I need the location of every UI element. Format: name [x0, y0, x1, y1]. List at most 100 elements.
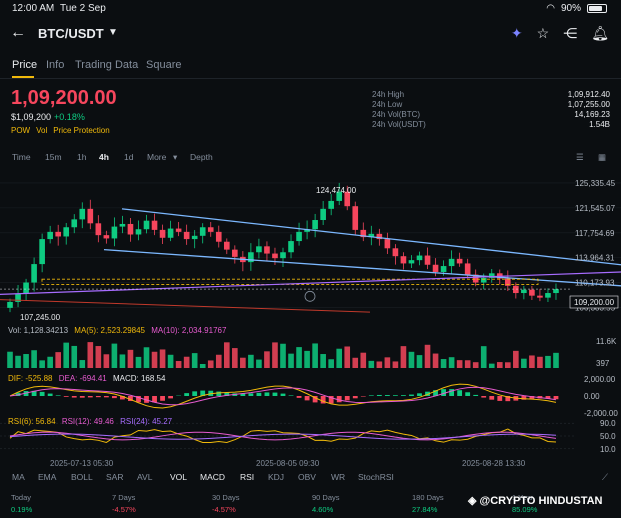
price-chart[interactable]: 125,335.45 121,545.07 117,754.69 113,964.31… — [0, 168, 621, 470]
pair-selector[interactable]: BTC/USDT — [38, 26, 104, 41]
star-icon[interactable]: ☆ — [537, 25, 550, 42]
tf-time[interactable]: Time — [12, 152, 31, 162]
tag-vol[interactable]: Vol — [36, 126, 47, 135]
volume-bar — [167, 354, 174, 368]
stat-label: 24h Vol(USDT) — [372, 120, 426, 129]
candle-body — [440, 266, 447, 272]
tab-square[interactable]: Square — [146, 59, 181, 71]
perf-90d: 90 Days 4.60% — [312, 493, 340, 514]
vol-legend: Vol: 1,128.34213 MA(5): 2,523.29845 MA(1… — [8, 326, 227, 335]
volume-bar — [111, 343, 118, 368]
macd-axis-label: 2,000.00 — [584, 375, 616, 384]
macd-pane — [9, 383, 559, 409]
candle-body — [320, 208, 326, 221]
volume-bar — [336, 348, 343, 368]
macd-bar — [216, 391, 222, 396]
price-usd: $1,09,200 +0.18% — [11, 112, 85, 122]
tf-1h[interactable]: 1h — [77, 152, 86, 162]
volume-bar — [95, 346, 102, 368]
volume-bar — [448, 357, 455, 368]
stat-value: 1,07,255.00 — [567, 100, 610, 109]
back-arrow-icon[interactable]: ← — [10, 24, 26, 42]
ind-ma[interactable]: MA — [12, 472, 25, 482]
candle-body — [39, 239, 45, 265]
ind-vol[interactable]: VOL — [170, 472, 187, 482]
date: Tue 2 Sep — [60, 3, 106, 14]
volume-bar — [256, 359, 262, 368]
volume-bar — [175, 361, 182, 368]
volume-bar — [505, 362, 511, 368]
ma5-value: MA(5): 2,523.29845 — [74, 326, 145, 335]
ind-obv[interactable]: OBV — [298, 472, 316, 482]
tf-4h[interactable]: 4h — [99, 152, 109, 162]
chart-settings-icon[interactable]: ☰ — [576, 152, 584, 163]
ind-avl[interactable]: AVL — [137, 472, 152, 482]
ai-sparkle-icon[interactable]: ✦ — [511, 25, 523, 42]
trendline-lower — [103, 248, 621, 287]
grid-layout-icon[interactable]: ▦ — [598, 152, 606, 163]
clock: 12:00 AM — [12, 3, 55, 14]
ind-boll[interactable]: BOLL — [71, 472, 93, 482]
macd-bar — [497, 396, 503, 401]
perf-180d: 180 Days 27.84% — [412, 493, 444, 514]
page-tabs: Price Info Trading Data Square — [0, 57, 621, 79]
ind-ema[interactable]: EMA — [38, 472, 56, 482]
volume-bar — [143, 347, 150, 368]
ind-stochrsi[interactable]: StochRSI — [358, 472, 394, 482]
chevron-down-icon[interactable]: ▾ — [173, 152, 177, 163]
tf-more[interactable]: More — [147, 152, 166, 162]
volume-bar — [537, 356, 543, 368]
volume-bar — [440, 359, 447, 368]
tf-depth[interactable]: Depth — [190, 152, 213, 162]
ind-sar[interactable]: SAR — [106, 472, 123, 482]
chart-line-icon[interactable]: ⟋ — [602, 472, 608, 483]
candle-body — [151, 220, 158, 230]
share-icon[interactable]: ⋲ — [563, 25, 577, 42]
volume-bar — [296, 347, 302, 368]
candle-body — [384, 239, 391, 249]
volume-bar — [392, 361, 399, 368]
macd-bar — [417, 393, 422, 396]
volume-bar — [352, 357, 359, 368]
tab-info[interactable]: Info — [46, 59, 64, 71]
candle-body — [448, 258, 455, 267]
tf-15m[interactable]: 15m — [45, 152, 62, 162]
tag-pow[interactable]: POW — [11, 126, 30, 135]
price-axis-label: 121,545.07 — [575, 204, 616, 213]
bell-icon[interactable]: 🔔︎ — [591, 25, 609, 42]
candle-body — [424, 255, 431, 265]
tf-1d[interactable]: 1d — [124, 152, 133, 162]
price-change: +0.18% — [54, 112, 85, 122]
candle-body — [232, 249, 238, 257]
macd-bar — [465, 392, 471, 396]
macd-axis-label: 0.00 — [584, 392, 600, 401]
volume-bar — [272, 342, 278, 368]
candle-body — [23, 282, 29, 294]
candle-body — [416, 255, 423, 261]
volume-bar — [207, 360, 214, 368]
perf-today: Today 0.19% — [11, 493, 32, 514]
perf-label: 180 Days — [412, 493, 444, 502]
tab-price[interactable]: Price — [12, 59, 37, 71]
macd-bar — [360, 396, 366, 397]
caret-down-icon[interactable]: ▼ — [108, 27, 118, 38]
candle-body — [199, 227, 206, 236]
coin-tags: POW Vol Price Protection — [11, 126, 110, 135]
tab-trading-data[interactable]: Trading Data — [75, 59, 138, 71]
candle-body — [400, 256, 407, 264]
volume-bar — [39, 360, 45, 368]
ind-kdj[interactable]: KDJ — [268, 472, 284, 482]
volume-bar — [384, 357, 391, 368]
ind-rsi[interactable]: RSI — [240, 472, 254, 482]
macd-bar — [473, 394, 479, 396]
volume-bar — [513, 350, 519, 368]
ind-wr[interactable]: WR — [331, 472, 345, 482]
volume-bar — [135, 356, 142, 368]
price-axis: 125,335.45 121,545.07 117,754.69 113,964.31… — [575, 179, 618, 454]
volume-bar — [488, 363, 495, 368]
ind-macd[interactable]: MACD — [200, 472, 225, 482]
volume-bar — [215, 354, 222, 368]
tag-price-protection[interactable]: Price Protection — [53, 126, 109, 135]
volume-bar — [360, 352, 367, 368]
volume-axis-label: 11.6K — [596, 337, 617, 346]
